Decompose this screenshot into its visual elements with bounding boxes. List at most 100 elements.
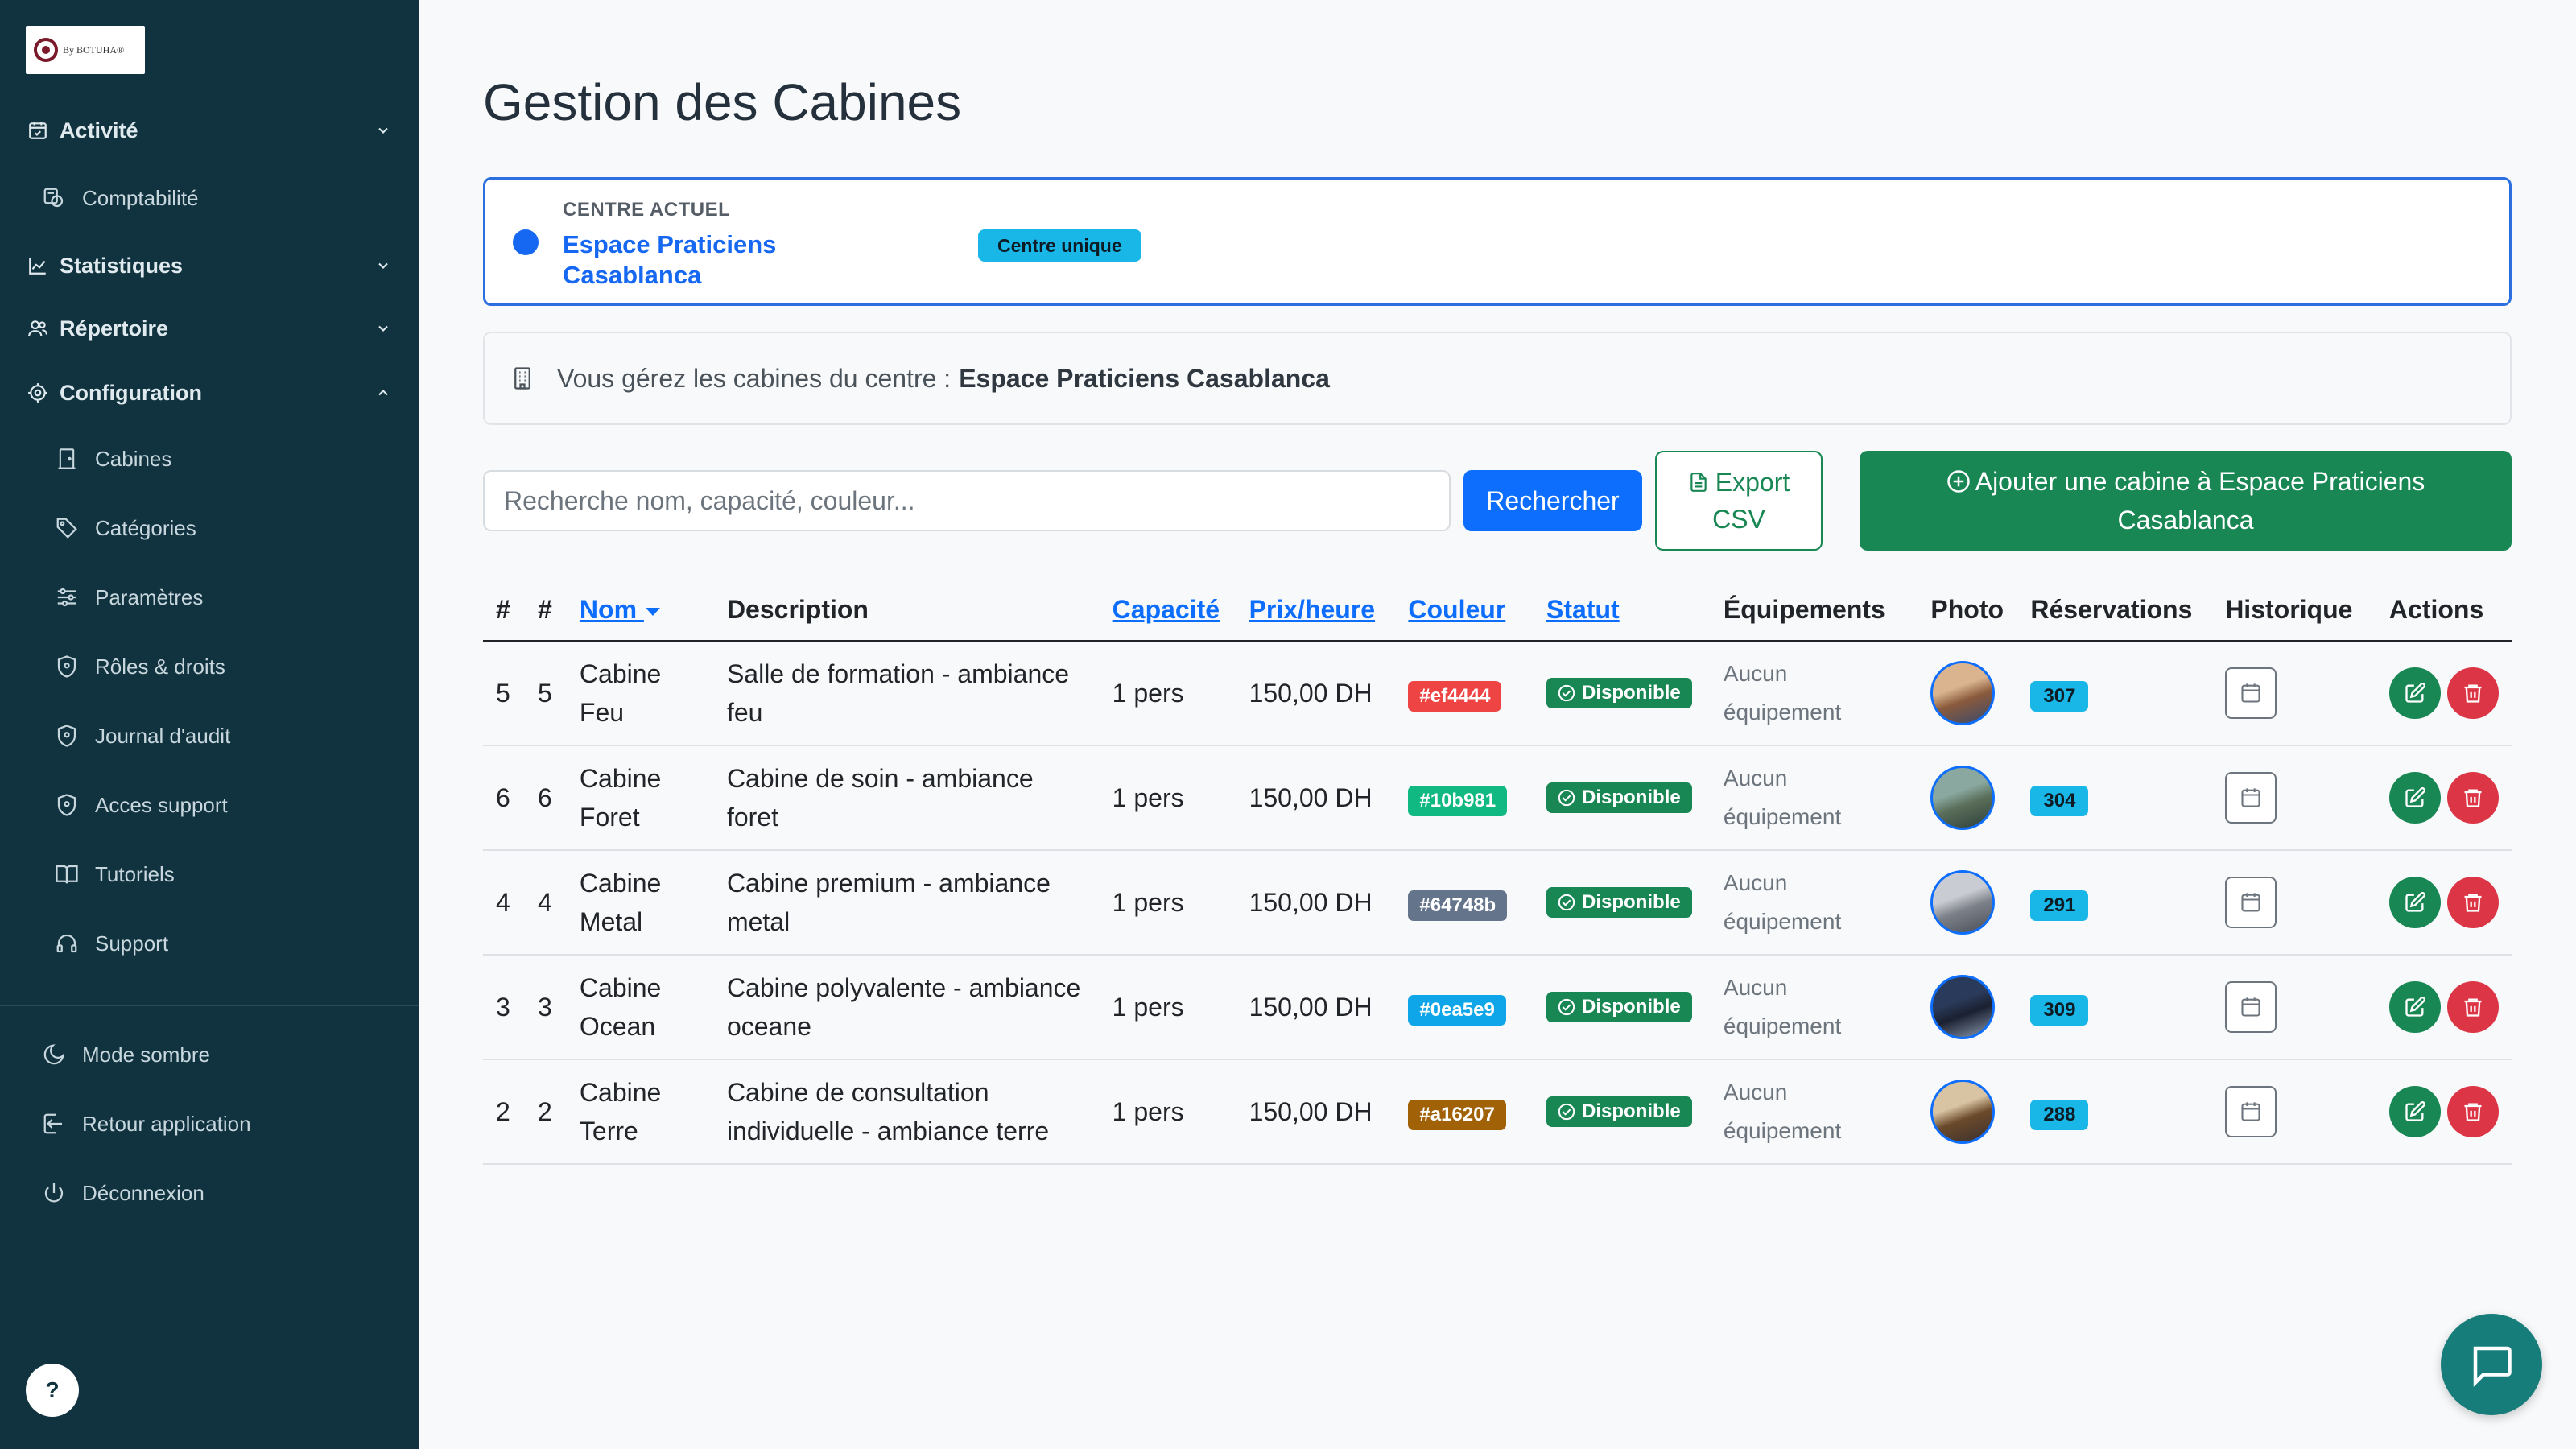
cell-reservations: 307	[2017, 641, 2213, 746]
status-badge: Disponible	[1546, 782, 1692, 813]
history-button[interactable]	[2225, 1086, 2277, 1137]
sidebar-section-activite[interactable]: Activité	[24, 111, 394, 150]
edit-button[interactable]	[2388, 981, 2441, 1033]
cell-nom: Cabine Foret	[566, 745, 714, 851]
cabin-photo[interactable]	[1930, 975, 1996, 1039]
color-badge: #0ea5e9	[1408, 995, 1506, 1026]
cabin-photo[interactable]	[1930, 870, 1996, 935]
delete-button[interactable]	[2446, 981, 2499, 1033]
delete-button[interactable]	[2446, 772, 2499, 824]
centre-indicator-dot	[513, 229, 539, 255]
edit-button[interactable]	[2388, 667, 2441, 720]
sidebar-item-categories[interactable]: Catégories	[52, 509, 196, 547]
color-badge: #64748b	[1408, 890, 1508, 921]
edit-button[interactable]	[2388, 772, 2441, 824]
col-capacite[interactable]: Capacité	[1099, 580, 1236, 642]
add-cabin-button[interactable]: Ajouter une cabine à Espace Praticiens C…	[1860, 451, 2512, 551]
history-button[interactable]	[2225, 877, 2277, 928]
col-photo: Photo	[1918, 580, 2018, 642]
edit-button[interactable]	[2388, 1086, 2441, 1137]
cabin-photo[interactable]	[1930, 1080, 1996, 1144]
cell-description: Cabine premium - ambiance metal	[713, 850, 1100, 956]
sidebar-section-statistiques[interactable]: Statistiques	[24, 246, 394, 285]
col-hash-1: #	[483, 580, 525, 642]
file-icon	[1690, 473, 1707, 492]
cell-capacite: 1 pers	[1099, 1059, 1236, 1165]
status-label: Disponible	[1582, 1100, 1681, 1122]
cell-description: Cabine polyvalente - ambiance oceane	[713, 955, 1100, 1060]
cell-photo	[1918, 1059, 2018, 1165]
help-button[interactable]: ?	[26, 1364, 79, 1417]
sidebar-item-cabines[interactable]: Cabines	[52, 440, 171, 478]
history-button[interactable]	[2225, 667, 2277, 720]
search-button[interactable]: Rechercher	[1463, 470, 1642, 531]
trash-icon	[2464, 684, 2482, 703]
cell-description: Cabine de consultation individuelle - am…	[713, 1059, 1100, 1165]
sidebar-item-label: Support	[95, 931, 169, 956]
edit-icon	[2405, 892, 2425, 912]
sidebar-item-journal-audit[interactable]: Journal d'audit	[52, 716, 230, 755]
current-centre-card: CENTRE ACTUEL Espace Praticiens Casablan…	[483, 177, 2512, 306]
sidebar-item-deconnexion[interactable]: Déconnexion	[39, 1174, 204, 1212]
row-actions	[2388, 772, 2499, 824]
sidebar-item-label: Déconnexion	[82, 1180, 204, 1205]
cell-couleur: #a16207	[1395, 1059, 1534, 1165]
cell-reservations: 288	[2017, 1059, 2213, 1165]
row-actions	[2388, 1086, 2499, 1137]
sidebar-item-retour-application[interactable]: Retour application	[39, 1104, 251, 1143]
col-couleur[interactable]: Couleur	[1395, 580, 1534, 642]
delete-button[interactable]	[2446, 1086, 2499, 1137]
status-badge: Disponible	[1546, 1096, 1692, 1127]
trash-icon	[2464, 789, 2482, 807]
delete-button[interactable]	[2446, 667, 2499, 720]
exit-icon	[39, 1108, 69, 1139]
sidebar-item-acces-support[interactable]: Acces support	[52, 786, 228, 824]
history-button[interactable]	[2225, 981, 2277, 1033]
sidebar-section-repertoire[interactable]: Répertoire	[24, 309, 394, 348]
reservations-badge: 307	[2030, 681, 2089, 712]
history-button[interactable]	[2225, 772, 2277, 824]
sidebar-item-tutoriels[interactable]: Tutoriels	[52, 855, 175, 894]
cell-prix: 150,00 DH	[1236, 641, 1396, 746]
sidebar-section-label: Activité	[60, 118, 138, 142]
edit-icon	[2405, 1101, 2425, 1121]
sidebar-item-roles[interactable]: Rôles & droits	[52, 647, 225, 686]
col-nom[interactable]: Nom	[566, 580, 714, 642]
cabin-photo[interactable]	[1930, 766, 1996, 830]
chart-line-icon	[24, 252, 52, 279]
sidebar-item-support[interactable]: Support	[52, 924, 168, 963]
sidebar-item-comptabilite[interactable]: Comptabilité	[39, 179, 199, 217]
sidebar-item-label: Mode sombre	[82, 1042, 210, 1067]
export-line-1: Export	[1688, 464, 1790, 501]
cell-equipements: Aucun équipement	[1710, 745, 1918, 851]
chevron-down-icon	[372, 254, 394, 277]
col-prix[interactable]: Prix/heure	[1236, 580, 1396, 642]
col-historique: Historique	[2212, 580, 2376, 642]
cell-actions	[2376, 1059, 2512, 1165]
sliders-icon	[52, 582, 82, 613]
col-hash-2: #	[524, 580, 567, 642]
edit-button[interactable]	[2388, 877, 2441, 928]
cell-historique	[2212, 641, 2376, 746]
sort-desc-icon	[645, 607, 660, 616]
door-icon	[52, 444, 82, 474]
cell-nom: Cabine Feu	[566, 641, 714, 746]
sidebar-item-parametres[interactable]: Paramètres	[52, 578, 203, 617]
col-reservations: Réservations	[2017, 580, 2213, 642]
sidebar-section-configuration[interactable]: Configuration	[24, 374, 394, 412]
cabin-photo[interactable]	[1930, 661, 1996, 726]
cell-statut: Disponible	[1534, 641, 1711, 746]
col-statut[interactable]: Statut	[1534, 580, 1711, 642]
export-csv-button[interactable]: Export CSV	[1655, 451, 1823, 551]
calendar-icon	[2241, 1102, 2260, 1121]
color-badge: #ef4444	[1408, 681, 1502, 712]
gear-icon	[24, 379, 52, 407]
chat-button[interactable]	[2441, 1314, 2542, 1415]
search-input[interactable]	[483, 470, 1451, 531]
cell-nom: Cabine Metal	[566, 850, 714, 956]
cell-id-1: 3	[483, 955, 525, 1060]
reservations-badge: 288	[2030, 1100, 2089, 1130]
delete-button[interactable]	[2446, 877, 2499, 928]
brand-logo[interactable]: By BOTUHA®	[26, 26, 145, 74]
sidebar-item-mode-sombre[interactable]: Mode sombre	[39, 1035, 210, 1074]
